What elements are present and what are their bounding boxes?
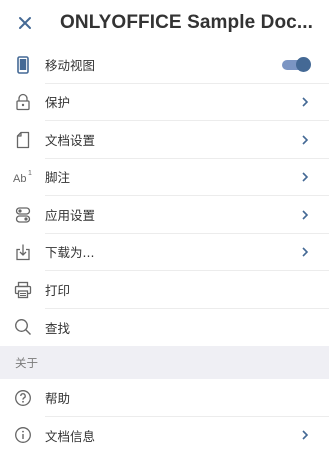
svg-text:Ab: Ab <box>13 173 26 185</box>
menu-item-document-settings[interactable]: 文档设置 <box>0 121 329 159</box>
close-icon <box>19 17 31 29</box>
settings-list: 移动视图 保护 文档设置 Ab 1 脚注 应用设置 下载为... 打印 查找 关… <box>0 46 329 454</box>
menu-item-search[interactable]: 查找 <box>0 309 329 347</box>
menu-item-document-info[interactable]: 文档信息 <box>0 417 329 455</box>
toggle-knob <box>296 57 311 72</box>
close-button[interactable] <box>0 0 50 46</box>
chevron-right-icon <box>301 234 309 272</box>
lock-icon <box>0 84 45 122</box>
menu-item-label: 脚注 <box>45 159 329 196</box>
menu-item-label: 打印 <box>45 271 329 309</box>
chevron-right-icon <box>301 121 309 159</box>
menu-item-download-as[interactable]: 下载为... <box>0 234 329 272</box>
print-icon <box>0 271 45 309</box>
menu-item-label: 应用设置 <box>45 196 329 234</box>
chevron-right-icon <box>301 196 309 234</box>
menu-item-label: 保护 <box>45 84 329 121</box>
footnote-icon: Ab 1 <box>0 159 45 197</box>
menu-item-label: 帮助 <box>45 379 329 417</box>
app-settings-icon <box>0 196 45 234</box>
phone-icon <box>0 46 45 84</box>
menu-item-protection[interactable]: 保护 <box>0 84 329 122</box>
menu-item-label: 文档设置 <box>45 121 329 159</box>
document-title: ONLYOFFICE Sample Doc... <box>60 12 313 33</box>
chevron-right-icon <box>301 159 309 197</box>
menu-item-help[interactable]: 帮助 <box>0 379 329 417</box>
menu-item-mobile-view[interactable]: 移动视图 <box>0 46 329 84</box>
chevron-right-icon <box>301 417 309 455</box>
info-icon <box>0 417 45 455</box>
menu-item-label: 文档信息 <box>45 428 96 444</box>
help-icon <box>0 379 45 417</box>
search-icon <box>0 309 45 347</box>
section-header-about: 关于 <box>0 346 329 379</box>
menu-item-label: 查找 <box>45 320 71 336</box>
menu-item-print[interactable]: 打印 <box>0 271 329 309</box>
mobile-view-toggle[interactable] <box>281 57 311 72</box>
menu-item-app-settings[interactable]: 应用设置 <box>0 196 329 234</box>
chevron-right-icon <box>301 84 309 122</box>
menu-item-label: 下载为... <box>45 234 329 271</box>
header-bar: ONLYOFFICE Sample Doc... <box>0 0 329 46</box>
svg-text:1: 1 <box>28 170 32 177</box>
download-icon <box>0 234 45 272</box>
document-icon <box>0 121 45 159</box>
menu-item-footnote[interactable]: Ab 1 脚注 <box>0 159 329 197</box>
